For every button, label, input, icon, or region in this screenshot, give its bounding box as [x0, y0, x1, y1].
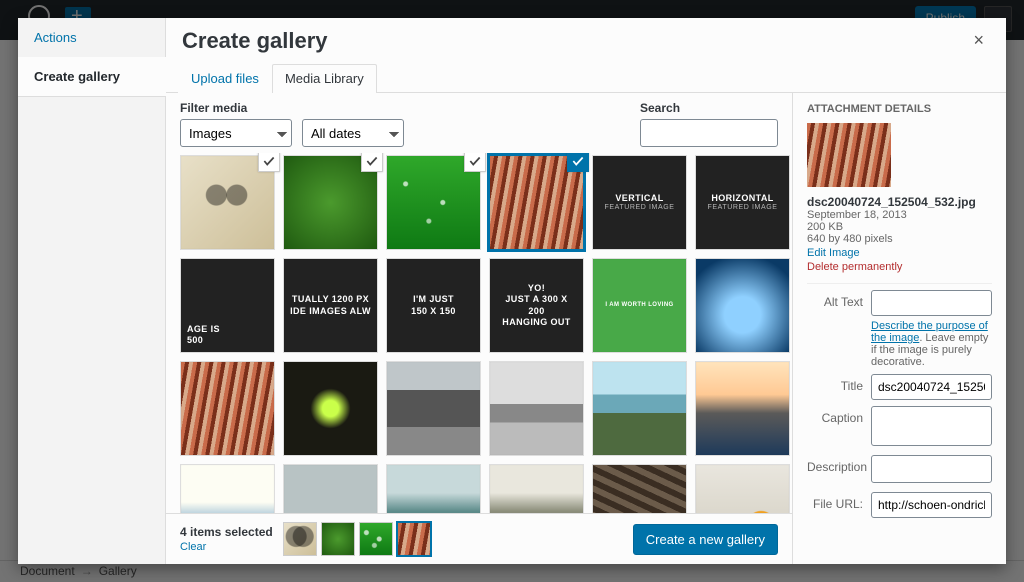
delete-permanently-link[interactable]: Delete permanently — [807, 261, 992, 273]
description-input[interactable] — [871, 455, 992, 483]
caption-input[interactable] — [871, 406, 992, 446]
attachment-thumb[interactable]: YO!JUST A 300 X 200HANGING OUT — [489, 258, 584, 353]
tab-media-library[interactable]: Media Library — [272, 64, 377, 93]
attachments-grid: VERTICALFEATURED IMAGEHORIZONTALFEATURED… — [180, 155, 778, 513]
modal-overlay: Actions Create gallery Create gallery × … — [0, 0, 1024, 582]
create-gallery-button[interactable]: Create a new gallery — [633, 524, 778, 555]
attachment-thumb[interactable]: VERTICALFEATURED IMAGE — [592, 155, 687, 250]
attachment-thumb[interactable] — [180, 155, 275, 250]
description-label: Description — [807, 455, 863, 474]
attachment-thumb[interactable]: HORIZONTALFEATURED IMAGE — [695, 155, 790, 250]
attachment-thumb[interactable] — [489, 464, 584, 513]
attachment-thumb[interactable] — [283, 464, 378, 513]
attachment-thumb[interactable] — [592, 361, 687, 456]
toolbar: Filter media Images All dates — [166, 93, 792, 153]
attachment-date: September 18, 2013 — [807, 209, 992, 221]
attachment-thumb[interactable] — [283, 155, 378, 250]
selection-thumb[interactable] — [321, 522, 355, 556]
attachment-dimensions: 640 by 480 pixels — [807, 233, 992, 245]
search-input[interactable] — [640, 119, 778, 147]
details-heading: ATTACHMENT DETAILS — [807, 103, 992, 115]
divider — [18, 96, 165, 97]
modal-main: Create gallery × Upload files Media Libr… — [166, 18, 1006, 564]
attachment-thumb[interactable] — [386, 155, 481, 250]
edit-image-link[interactable]: Edit Image — [807, 247, 860, 259]
alt-text-input[interactable] — [871, 290, 992, 316]
selection-thumb[interactable] — [359, 522, 393, 556]
selection-strip — [283, 522, 431, 556]
title-label: Title — [807, 374, 863, 393]
attachment-thumb[interactable] — [695, 258, 790, 353]
attachment-details: ATTACHMENT DETAILS dsc20040724_152504_53… — [792, 93, 1006, 564]
filter-type-select[interactable]: Images — [180, 119, 292, 147]
modal-sidebar: Actions Create gallery — [18, 18, 166, 564]
router-tabs: Upload files Media Library — [166, 57, 1006, 93]
selection-thumb[interactable] — [397, 522, 431, 556]
attachment-thumb[interactable]: TUALLY 1200 PXIDE IMAGES ALW — [283, 258, 378, 353]
alt-text-label: Alt Text — [807, 290, 863, 309]
checkmark-icon[interactable] — [567, 153, 589, 172]
selection-thumb[interactable] — [283, 522, 317, 556]
attachment-thumb[interactable] — [180, 464, 275, 513]
filter-media-label: Filter media — [180, 101, 404, 115]
alt-text-help: Describe the purpose of the image. Leave… — [871, 320, 992, 368]
attachment-preview — [807, 123, 891, 187]
sidebar-item-actions[interactable]: Actions — [18, 18, 165, 57]
checkmark-icon[interactable] — [464, 153, 486, 172]
clear-selection[interactable]: Clear — [180, 541, 273, 553]
modal-footer: 4 items selected Clear Create a new gall… — [166, 513, 792, 564]
caption-label: Caption — [807, 406, 863, 425]
attachment-thumb[interactable] — [489, 361, 584, 456]
tab-upload-files[interactable]: Upload files — [178, 64, 272, 93]
selection-count: 4 items selected — [180, 525, 273, 539]
attachment-thumb[interactable]: I'M JUST150 X 150 — [386, 258, 481, 353]
sidebar-item-create-gallery[interactable]: Create gallery — [18, 57, 165, 96]
attachment-thumb[interactable] — [283, 361, 378, 456]
attachments-browser: Filter media Images All dates — [166, 93, 792, 564]
media-modal: Actions Create gallery Create gallery × … — [18, 18, 1006, 564]
close-button[interactable]: × — [967, 24, 990, 57]
checkmark-icon[interactable] — [361, 153, 383, 172]
attachment-thumb[interactable] — [695, 464, 790, 513]
attachment-thumb[interactable]: AGE IS500 — [180, 258, 275, 353]
attachment-thumb[interactable] — [180, 361, 275, 456]
attachment-thumb[interactable] — [592, 464, 687, 513]
filter-date-select[interactable]: All dates — [302, 119, 404, 147]
attachment-thumb[interactable] — [386, 361, 481, 456]
fileurl-input[interactable] — [871, 492, 992, 518]
attachment-thumb[interactable] — [489, 155, 584, 250]
attachment-thumb[interactable]: I AM WORTH LOVING — [592, 258, 687, 353]
attachment-filesize: 200 KB — [807, 221, 992, 233]
title-input[interactable] — [871, 374, 992, 400]
checkmark-icon[interactable] — [258, 153, 280, 172]
search-label: Search — [640, 101, 778, 115]
attachment-thumb[interactable] — [386, 464, 481, 513]
fileurl-label: File URL: — [807, 492, 863, 511]
attachment-thumb[interactable] — [695, 361, 790, 456]
attachment-filename: dsc20040724_152504_532.jpg — [807, 195, 992, 209]
modal-title: Create gallery — [182, 25, 328, 57]
